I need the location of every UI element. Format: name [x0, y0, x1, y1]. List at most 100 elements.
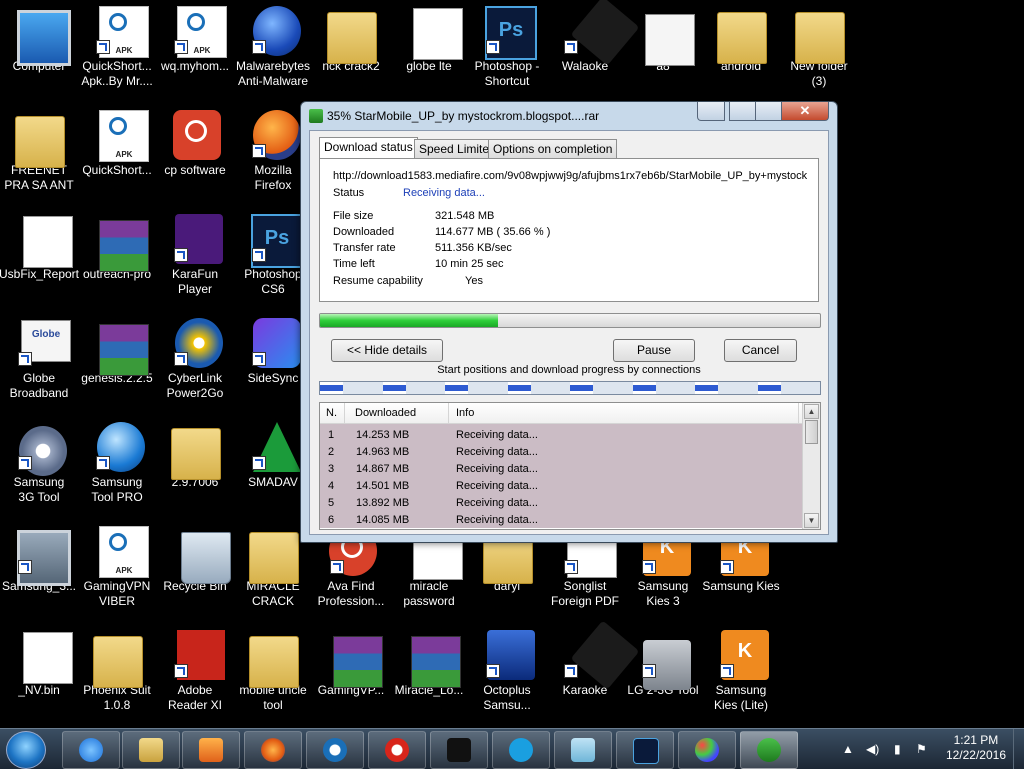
- clock[interactable]: 1:21 PM 12/22/2016: [946, 733, 1006, 763]
- chevron-up-icon[interactable]: ▲: [842, 742, 854, 756]
- minimize-button[interactable]: [729, 102, 757, 121]
- samsung-kies-icon: K: [717, 630, 769, 680]
- desktop-icon-genesis[interactable]: genesis.2.2.5: [78, 318, 156, 386]
- taskbar-skype[interactable]: [492, 731, 550, 769]
- desktop-icon-usbfix-report[interactable]: UsbFix_Report: [0, 214, 79, 282]
- transfer-rate-value: 511.356 KB/sec: [435, 242, 512, 254]
- connection-info: Receiving data...: [456, 446, 538, 458]
- computer-icon: [15, 6, 71, 66]
- desktop-icon-android[interactable]: android: [702, 6, 780, 74]
- hide-details-button[interactable]: << Hide details: [331, 339, 443, 362]
- start-button[interactable]: [6, 731, 46, 769]
- minimize-to-tray-button[interactable]: [697, 102, 725, 121]
- desktop-icon-lg-tool[interactable]: LG 2-3G Tool: [624, 630, 702, 698]
- table-row[interactable]: 4 14.501 MB Receiving data...: [320, 478, 802, 495]
- scroll-down-icon[interactable]: ▼: [804, 513, 819, 528]
- desktop-icon-photoshop-shortcut[interactable]: Ps Photoshop - Shortcut: [468, 6, 546, 89]
- table-row[interactable]: 6 14.085 MB Receiving data...: [320, 512, 802, 529]
- desktop-icon-wq-myhome[interactable]: APK wq.myhom...: [156, 6, 234, 74]
- pause-button[interactable]: Pause: [613, 339, 695, 362]
- desktop-icon-walaoke[interactable]: Walaoke: [546, 0, 640, 74]
- window-titlebar[interactable]: 35% StarMobile_UP_by mystockrom.blogspot…: [301, 102, 837, 130]
- icon-label: globe lte: [406, 59, 452, 73]
- table-row[interactable]: 5 13.892 MB Receiving data...: [320, 495, 802, 512]
- desktop-icon-karaoke[interactable]: Karaoke: [546, 620, 640, 698]
- folder-icon: [93, 630, 143, 688]
- desktop-icon-samsung-tool-pro[interactable]: Samsung Tool PRO: [78, 422, 156, 505]
- desktop-icon-freenet[interactable]: FREENET PRA SA ANT: [0, 110, 78, 193]
- taskbar-media-player[interactable]: [182, 731, 240, 769]
- desktop-icon-gamingvpn-viber[interactable]: APK GamingVPN VIBER: [78, 526, 156, 609]
- taskbar-blackberry[interactable]: [430, 731, 488, 769]
- desktop-icon-mobile-uncle[interactable]: mobile uncle tool: [234, 630, 312, 713]
- winrar-icon: [327, 630, 383, 688]
- resume-capability-value: Yes: [465, 275, 483, 287]
- recycle-bin-icon: [171, 526, 231, 584]
- taskbar-paint[interactable]: [678, 731, 736, 769]
- desktop-icon-gamingvp[interactable]: GamingVP...: [312, 630, 390, 698]
- connection-segment: [632, 382, 656, 394]
- maximize-button[interactable]: [755, 102, 783, 121]
- table-row[interactable]: 1 14.253 MB Receiving data...: [320, 427, 802, 444]
- cancel-button[interactable]: Cancel: [724, 339, 797, 362]
- taskbar-firefox[interactable]: [244, 731, 302, 769]
- paint-icon: [695, 738, 719, 762]
- desktop-icon-miracle-lo[interactable]: Miracle_Lo...: [390, 630, 468, 698]
- action-center-icon[interactable]: ⚑: [916, 742, 927, 756]
- desktop-icon-computer[interactable]: Computer: [0, 6, 78, 74]
- volume-icon[interactable]: ◀): [866, 742, 879, 756]
- window-client: Download status Speed Limiter Options on…: [309, 130, 829, 535]
- desktop-icon-outreach-pro[interactable]: outreach-pro: [78, 214, 156, 282]
- desktop-icon-cp-software[interactable]: cp software: [156, 110, 234, 178]
- desktop-icon-malwarebytes[interactable]: Malwarebytes Anti-Malware: [234, 6, 312, 89]
- desktop-icon-new-folder-3[interactable]: New folder (3): [780, 6, 858, 89]
- column-header-n[interactable]: N.: [326, 407, 337, 419]
- scroll-thumb[interactable]: [805, 420, 818, 444]
- icon-label: QuickShort... Apk..By Mr....: [81, 59, 153, 88]
- show-desktop-button[interactable]: [1013, 729, 1024, 769]
- close-button[interactable]: ✕: [781, 102, 829, 121]
- desktop-icon-samsung-3[interactable]: Samsung_3...: [0, 526, 78, 594]
- taskbar-quickshortcut[interactable]: [306, 731, 364, 769]
- tab-options-on-completion[interactable]: Options on completion: [488, 139, 618, 158]
- taskbar-internet-explorer[interactable]: [62, 731, 120, 769]
- desktop-icon-adobe-reader[interactable]: Adobe Reader XI: [156, 630, 234, 713]
- taskbar-photoshop-manager[interactable]: [616, 731, 674, 769]
- scroll-up-icon[interactable]: ▲: [804, 404, 819, 419]
- desktop-icon-2-9-7006[interactable]: 2.9.7006: [156, 422, 234, 490]
- desktop-icon-power2go[interactable]: CyberLink Power2Go: [156, 318, 234, 401]
- desktop-icon-globe-lte[interactable]: globe lte: [390, 6, 468, 74]
- column-header-info[interactable]: Info: [456, 407, 474, 419]
- network-signal-icon[interactable]: ▮: [894, 742, 901, 756]
- desktop-icon-quickshort-apk[interactable]: APK QuickShort... Apk..By Mr....: [78, 6, 156, 89]
- desktop-icon-phoenix-suit[interactable]: Phoenix Suit 1.0.8: [78, 630, 156, 713]
- time-left-value: 10 min 25 sec: [435, 258, 504, 270]
- desktop-icon-nv-bin[interactable]: _NV.bin: [0, 630, 78, 698]
- desktop-icon-a8[interactable]: a8: [624, 6, 702, 74]
- connections-progress-bar: [319, 381, 821, 395]
- desktop-icon-globe-broadband[interactable]: Globe Globe Broadband: [0, 318, 78, 401]
- table-row[interactable]: 2 14.963 MB Receiving data...: [320, 444, 802, 461]
- desktop-icon-samsung-3g-tool[interactable]: Samsung 3G Tool: [0, 422, 78, 505]
- taskbar-notepad[interactable]: [554, 731, 612, 769]
- table-row[interactable]: 3 14.867 MB Receiving data...: [320, 461, 802, 478]
- column-header-downloaded[interactable]: Downloaded: [355, 407, 416, 419]
- disc-icon: [171, 318, 223, 368]
- vertical-scrollbar[interactable]: ▲ ▼: [802, 403, 820, 529]
- taskbar-idm[interactable]: [740, 731, 798, 769]
- desktop-icon-octoplus[interactable]: Octoplus Samsu...: [468, 630, 546, 713]
- desktop-icon-nck-crack2[interactable]: nck crack2: [312, 6, 390, 74]
- connection-segment: [757, 382, 781, 394]
- desktop-icon-samsung-kies-lite[interactable]: K Samsung Kies (Lite): [702, 630, 780, 713]
- photoshop-icon: [633, 738, 659, 764]
- desktop-icon-recycle-bin[interactable]: Recycle Bin: [156, 526, 234, 594]
- connection-number: 6: [328, 514, 335, 526]
- folder-icon: [171, 422, 221, 480]
- taskbar-app-red[interactable]: [368, 731, 426, 769]
- tab-download-status[interactable]: Download status: [319, 137, 418, 159]
- taskbar-file-explorer[interactable]: [122, 731, 180, 769]
- desktop-icon-karafun[interactable]: KaraFun Player: [156, 214, 234, 297]
- desktop-icon-quickshort[interactable]: APK QuickShort...: [78, 110, 156, 178]
- connection-segment: [445, 382, 468, 394]
- tab-speed-limiter[interactable]: Speed Limiter: [414, 139, 499, 158]
